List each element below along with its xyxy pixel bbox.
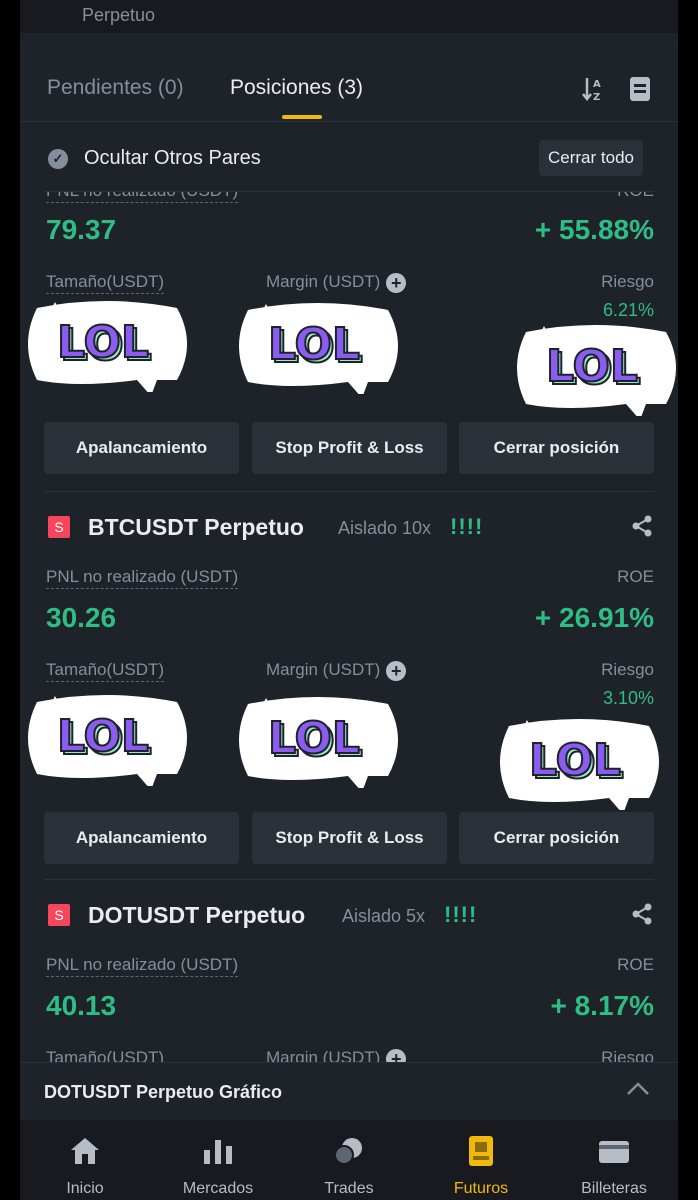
side-badge: S bbox=[48, 904, 70, 926]
bottom-nav: Inicio Mercados Trades Futuros Billetera… bbox=[20, 1120, 678, 1200]
chart-bar-label: DOTUSDT Perpetuo Gráfico bbox=[44, 1082, 283, 1102]
margin-label-text: Margin (USDT) bbox=[266, 272, 381, 291]
position-card-3: S DOTUSDT Perpetuo Aislado 5x !!!! PNL n… bbox=[20, 880, 678, 1062]
margin-label-text: Margin (USDT) bbox=[266, 1048, 381, 1062]
roe-label: ROE bbox=[617, 192, 654, 201]
roe-value: + 8.17% bbox=[550, 990, 654, 1021]
hide-other-pairs-row: ✓ Ocultar Otros Pares Cerrar todo bbox=[20, 138, 678, 182]
leverage-button[interactable]: Apalancamiento bbox=[44, 812, 239, 864]
sticker-text: LOL bbox=[529, 735, 621, 786]
close-all-button[interactable]: Cerrar todo bbox=[539, 140, 643, 176]
tpsl-button[interactable]: Stop Profit & Loss bbox=[252, 422, 447, 474]
side-badge: S bbox=[48, 516, 70, 538]
checkbox-hide-pairs[interactable]: ✓ bbox=[48, 149, 68, 169]
roe-label: ROE bbox=[617, 955, 654, 974]
margin-mode: Aislado 10x bbox=[338, 518, 432, 538]
margin-label[interactable]: Margin (USDT) + bbox=[266, 272, 407, 293]
pnl-label: PNL no realizado (USDT) bbox=[46, 192, 239, 203]
chevron-up-icon[interactable] bbox=[626, 1077, 650, 1103]
svg-text:Z: Z bbox=[593, 92, 600, 102]
futures-icon bbox=[464, 1136, 498, 1166]
sticker-text: LOL bbox=[268, 713, 360, 764]
add-margin-icon[interactable]: + bbox=[386, 273, 407, 293]
sticker-text: LOL bbox=[57, 711, 149, 762]
pnl-label: PNL no realizado (USDT) bbox=[46, 567, 239, 589]
size-label: Tamaño(USDT) bbox=[46, 660, 165, 682]
lol-sticker: LOL LOL bbox=[506, 320, 684, 416]
hide-other-pairs-label: Ocultar Otros Pares bbox=[84, 147, 261, 169]
margin-mode: Aislado 5x bbox=[342, 906, 426, 926]
svg-text:A: A bbox=[593, 79, 601, 90]
home-icon bbox=[68, 1136, 102, 1166]
share-icon[interactable] bbox=[630, 514, 654, 545]
leverage-button[interactable]: Apalancamiento bbox=[44, 422, 239, 474]
top-strip: Perpetuo bbox=[20, 0, 678, 33]
sticker-text: LOL bbox=[57, 317, 149, 368]
close-position-button[interactable]: Cerrar posición bbox=[459, 812, 654, 864]
close-position-button[interactable]: Cerrar posición bbox=[459, 422, 654, 474]
lol-sticker: LOL LOL bbox=[17, 690, 195, 786]
size-label: Tamaño(USDT) bbox=[46, 272, 165, 294]
nav-inicio[interactable]: Inicio bbox=[30, 1120, 140, 1200]
document-icon[interactable] bbox=[629, 76, 651, 108]
share-icon[interactable] bbox=[630, 902, 654, 933]
position-card-2: S BTCUSDT Perpetuo Aislado 10x !!!! PNL … bbox=[20, 492, 678, 880]
nav-billeteras[interactable]: Billeteras bbox=[559, 1120, 669, 1200]
margin-label[interactable]: Margin (USDT) + bbox=[266, 1048, 407, 1062]
margin-label-text: Margin (USDT) bbox=[266, 660, 381, 679]
trades-icon bbox=[332, 1136, 366, 1166]
symbol-name[interactable]: DOTUSDT Perpetuo bbox=[88, 902, 305, 929]
margin-label[interactable]: Margin (USDT) + bbox=[266, 660, 407, 681]
risk-bars: !!!! bbox=[444, 902, 478, 927]
sticker-text: LOL bbox=[268, 319, 360, 370]
nav-label: Mercados bbox=[182, 1180, 254, 1197]
positions-tabs: Pendientes (0) Posiciones (3) AZ bbox=[20, 60, 678, 122]
nav-label: Billeteras bbox=[581, 1180, 647, 1197]
risk-label: Riesgo bbox=[601, 272, 654, 291]
markets-icon bbox=[201, 1136, 235, 1166]
add-margin-icon[interactable]: + bbox=[386, 1049, 407, 1062]
top-strip-title: Perpetuo bbox=[82, 5, 156, 25]
pnl-value: 40.13 bbox=[46, 990, 117, 1021]
symbol-name[interactable]: BTCUSDT Perpetuo bbox=[88, 514, 304, 541]
tpsl-button[interactable]: Stop Profit & Loss bbox=[252, 812, 447, 864]
nav-label: Inicio bbox=[66, 1180, 104, 1197]
nav-label: Trades bbox=[324, 1180, 374, 1197]
risk-value: 3.10% bbox=[602, 688, 654, 708]
roe-label: ROE bbox=[617, 567, 654, 586]
active-tab-indicator bbox=[282, 115, 322, 119]
roe-value: + 55.88% bbox=[534, 214, 654, 245]
pnl-value: 30.26 bbox=[46, 602, 117, 633]
risk-bars: !!!! bbox=[450, 514, 484, 539]
roe-value: + 26.91% bbox=[534, 602, 654, 633]
futures-screen: Perpetuo Pendientes (0) Posiciones (3) A… bbox=[20, 0, 678, 1200]
lol-sticker: LOL LOL bbox=[228, 298, 406, 394]
nav-futuros[interactable]: Futuros bbox=[426, 1120, 536, 1200]
sticker-text: LOL bbox=[546, 341, 638, 392]
lol-sticker: LOL LOL bbox=[228, 692, 406, 788]
add-margin-icon[interactable]: + bbox=[386, 661, 407, 681]
risk-label: Riesgo bbox=[601, 660, 654, 679]
chart-bar[interactable]: DOTUSDT Perpetuo Gráfico bbox=[20, 1062, 678, 1120]
pnl-label: PNL no realizado (USDT) bbox=[46, 955, 239, 977]
tab-pending[interactable]: Pendientes (0) bbox=[47, 76, 184, 100]
lol-sticker: LOL LOL bbox=[489, 714, 667, 810]
tab-positions[interactable]: Posiciones (3) bbox=[230, 76, 363, 100]
size-label: Tamaño(USDT) bbox=[46, 1048, 164, 1062]
nav-trades[interactable]: Trades bbox=[294, 1120, 404, 1200]
risk-label: Riesgo bbox=[601, 1048, 654, 1062]
nav-mercados[interactable]: Mercados bbox=[163, 1120, 273, 1200]
lol-sticker: LOL LOL bbox=[17, 296, 195, 392]
pnl-value: 79.37 bbox=[46, 214, 117, 245]
wallet-icon bbox=[597, 1136, 631, 1166]
risk-value: 6.21% bbox=[602, 300, 654, 320]
nav-label: Futuros bbox=[453, 1180, 509, 1197]
sort-az-icon[interactable]: AZ bbox=[582, 76, 606, 108]
